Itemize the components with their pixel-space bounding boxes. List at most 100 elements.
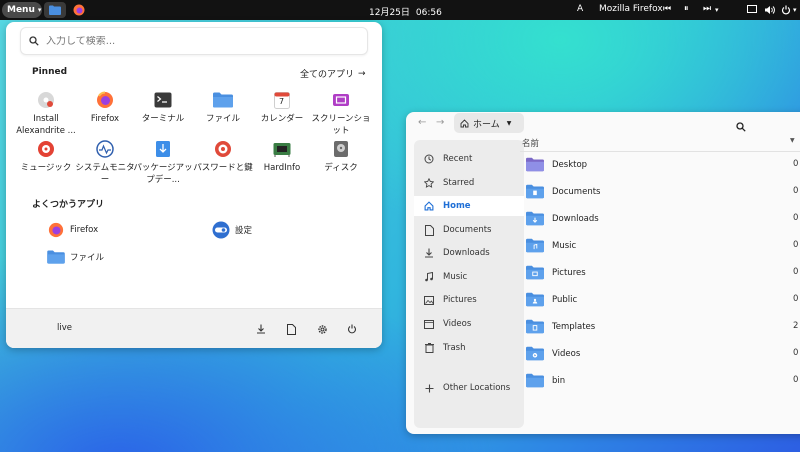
firefox-icon [47,221,65,239]
document-icon [423,224,435,236]
menu-button[interactable]: Menu ▾ [2,2,42,18]
sidebar-item-label: Starred [443,178,475,188]
pinned-app-label: ミュージック [20,163,72,173]
file-row[interactable]: Public 0 [520,286,800,313]
folder-icon [49,5,61,15]
file-row[interactable]: Templates 2 [520,313,800,340]
back-arrow-icon[interactable]: ← [418,117,426,128]
pinned-app-package-updater[interactable]: パッケージアップデー... [133,139,193,186]
sidebar-item-label: Trash [443,343,466,353]
sidebar-item-label: Music [443,272,468,282]
chevron-down-icon[interactable]: ▾ [793,6,797,14]
chevron-down-icon: ▾ [37,6,42,14]
music-icon [36,139,56,159]
chevron-down-icon[interactable]: ▾ [715,6,719,14]
file-row[interactable]: Downloads 0 [520,205,800,232]
file-name: Music [552,240,577,251]
pinned-app-installer[interactable]: Install Alexandrite ... [16,90,76,137]
file-manager-header: ← → ホーム ▼ [406,112,800,134]
firefox-icon [73,4,85,16]
pinned-app-passwords-keys[interactable]: パスワードと鍵 [193,139,253,174]
power-button[interactable] [345,322,359,336]
music-note-icon [423,271,435,283]
pinned-app-label: パスワードと鍵 [193,163,253,173]
column-header-name[interactable]: 名前 [522,137,539,149]
pinned-app-disks[interactable]: ディスク [311,139,371,174]
active-app-name[interactable]: Mozilla Firefox [599,4,663,14]
sidebar-item-label: Other Locations [443,383,511,393]
sidebar-item-home[interactable]: Home [414,196,524,216]
trash-icon [423,342,435,354]
username[interactable]: live [57,323,72,333]
settings-button[interactable] [315,322,329,336]
documents-button[interactable] [284,322,298,336]
passwords-keys-icon [213,139,233,159]
sidebar-item-label: Home [443,201,471,211]
pinned-app-terminal[interactable]: ターミナル [133,90,193,125]
input-method-indicator[interactable]: A [577,4,583,14]
downloads-button[interactable] [254,322,268,336]
documents-folder-icon [526,184,544,199]
pinned-app-files[interactable]: ファイル [193,90,253,125]
sidebar-item-starred[interactable]: Starred [414,173,524,193]
power-icon[interactable] [781,5,791,18]
file-row[interactable]: Music 0 [520,232,800,259]
file-size: 0 [793,213,799,223]
file-manager-window: ← → ホーム ▼ Recent Starred Home Documents [406,112,800,434]
file-row[interactable]: Videos 0 [520,340,800,367]
pinned-app-calendar[interactable]: 7 カレンダー [252,90,312,125]
plus-icon [423,382,435,394]
public-folder-icon [526,292,544,307]
pinned-app-screenshot[interactable]: スクリーンショット [311,90,371,137]
screen-icon[interactable] [747,5,757,17]
taskbar-files-button[interactable] [44,2,66,18]
sort-descending-icon[interactable]: ▼ [790,137,795,144]
clock[interactable]: 12月25日 06:56 [369,5,442,18]
pinned-app-system-monitor[interactable]: システムモニター [75,139,135,186]
file-row[interactable]: Desktop 0 [520,151,800,178]
sidebar-item-label: Recent [443,154,473,164]
pinned-app-label: システムモニター [75,163,135,185]
media-pause-icon[interactable]: ⏸ [684,4,689,14]
sidebar-item-trash[interactable]: Trash [414,338,524,358]
file-row[interactable]: Documents 0 [520,178,800,205]
media-previous-icon[interactable]: ⏮ [663,4,671,14]
top-bar: Menu ▾ 12月25日 06:56 A Mozilla Firefox ⏮ ⏸… [0,0,800,20]
taskbar-firefox-button[interactable] [68,2,90,18]
file-size: 0 [793,186,799,196]
search-input[interactable] [46,35,346,47]
pinned-app-hardinfo[interactable]: HardInfo [252,139,312,174]
all-apps-button[interactable]: 全てのアプリ → [300,67,366,81]
home-icon [460,118,469,127]
file-row[interactable]: Pictures 0 [520,259,800,286]
home-icon [423,200,435,212]
pinned-title: Pinned [32,67,68,77]
hardinfo-icon [272,139,292,159]
forward-arrow-icon[interactable]: → [436,117,444,128]
volume-icon[interactable] [765,5,775,18]
all-apps-label: 全てのアプリ [300,70,355,80]
path-bar-home[interactable]: ホーム ▼ [454,113,524,133]
pinned-app-firefox[interactable]: Firefox [75,90,135,125]
frequent-app-firefox[interactable]: Firefox [47,221,98,239]
clock-icon [423,153,435,165]
desktop-folder-icon [526,157,544,172]
media-next-icon[interactable]: ⏭ [703,4,711,14]
sidebar-item-downloads[interactable]: Downloads [414,243,524,263]
app-menu: Pinned 全てのアプリ → Install Alexandrite ... … [6,22,382,348]
sidebar-item-documents[interactable]: Documents [414,220,524,240]
frequent-app-settings[interactable]: 設定 [212,221,252,239]
music-folder-icon [526,238,544,253]
search-box[interactable] [20,27,368,55]
sidebar-item-pictures[interactable]: Pictures [414,290,524,310]
sidebar-item-music[interactable]: Music [414,267,524,287]
frequent-app-files[interactable]: ファイル [47,248,104,266]
sidebar-item-other-locations[interactable]: Other Locations [414,378,524,398]
sidebar-item-videos[interactable]: Videos [414,314,524,334]
file-row[interactable]: bin 0 [520,367,800,394]
templates-folder-icon [526,319,544,334]
file-size: 0 [793,159,799,169]
pinned-app-music[interactable]: ミュージック [16,139,76,174]
file-size: 0 [793,348,799,358]
sidebar-item-recent[interactable]: Recent [414,149,524,169]
